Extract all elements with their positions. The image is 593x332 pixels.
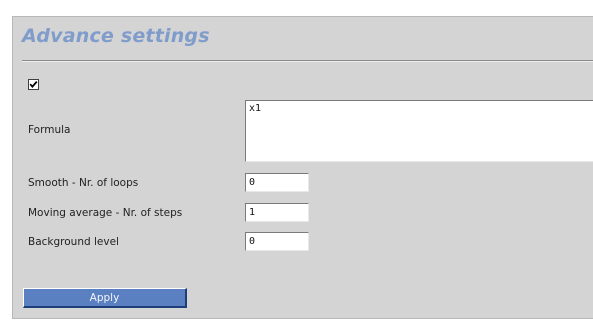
formula-label: Formula (28, 124, 71, 136)
apply-button[interactable]: Apply (23, 288, 187, 308)
formula-textarea[interactable]: x1 (245, 100, 593, 162)
advance-settings-panel: Advance settings Formula x1 Smooth - Nr.… (12, 16, 593, 319)
background-level-input[interactable] (245, 232, 309, 251)
moving-average-steps-label: Moving average - Nr. of steps (28, 207, 183, 219)
panel-title: Advance settings (22, 25, 210, 47)
background-level-label: Background level (28, 236, 119, 248)
enabled-checkbox[interactable] (28, 79, 39, 90)
smooth-loops-label: Smooth - Nr. of loops (28, 177, 139, 189)
title-divider (22, 60, 593, 62)
checkmark-icon (29, 81, 38, 88)
moving-average-steps-input[interactable] (245, 203, 309, 222)
smooth-loops-input[interactable] (245, 173, 309, 192)
